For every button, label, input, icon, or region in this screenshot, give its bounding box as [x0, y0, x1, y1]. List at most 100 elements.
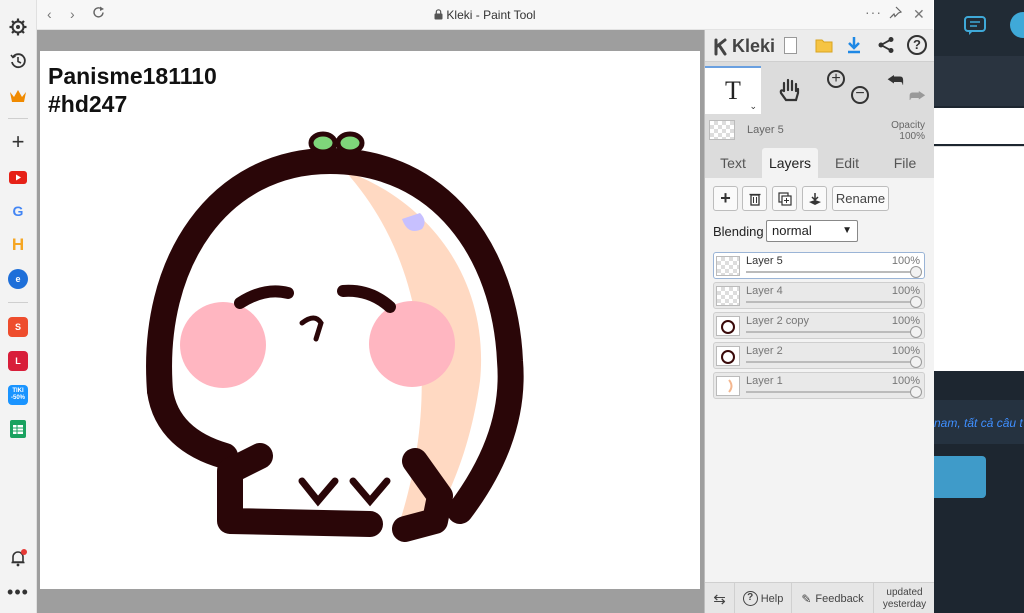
slider-knob[interactable] [910, 296, 922, 308]
tab-edit[interactable]: Edit [819, 148, 875, 178]
text-tool-button[interactable]: T ⌄ [705, 66, 761, 114]
history-controls: ⮪ ⮫ [877, 66, 935, 114]
layer-row[interactable]: Layer 2 copy 100% [713, 312, 925, 339]
canvas-area[interactable]: Panisme181110 #hd247 [37, 30, 704, 613]
blending-label: Blending [713, 224, 764, 239]
merge-down-icon [808, 192, 821, 205]
tiki-icon[interactable]: TIKI -50% [6, 383, 30, 407]
tab-file[interactable]: File [876, 148, 934, 178]
zoom-controls: + − [819, 66, 877, 114]
feedback-icon: ✎ [801, 591, 812, 606]
duplicate-icon [777, 191, 792, 206]
bg-link-text[interactable]: nam, tất cả câu t [934, 416, 1023, 430]
bg-bar [934, 56, 1024, 106]
bell-icon[interactable] [6, 546, 30, 570]
share-icon[interactable] [877, 36, 895, 59]
bg-card [934, 108, 1024, 144]
slider-knob[interactable] [910, 266, 922, 278]
edge-app-icon[interactable]: e [6, 267, 30, 291]
hand-icon [779, 78, 800, 102]
help-button[interactable]: ? Help [735, 583, 792, 613]
bg-button[interactable] [934, 456, 986, 498]
zoom-in-icon[interactable]: + [827, 70, 845, 88]
layer-opacity-slider[interactable] [746, 361, 918, 363]
redo-icon[interactable]: ⮫ [909, 86, 926, 107]
layer-opacity-slider[interactable] [746, 391, 918, 393]
swap-icon[interactable]: ⇆ [705, 583, 735, 613]
layer-thumbnail [716, 346, 740, 366]
undo-icon[interactable]: ⮪ [887, 70, 904, 91]
pin-icon[interactable] [889, 6, 903, 22]
tab-text[interactable]: Text [705, 148, 761, 178]
kleki-panel: Kleki ? T ⌄ + − ⮪ ⮫ Layer 5 Opacity 100%… [704, 30, 935, 613]
add-layer-button[interactable]: + [713, 186, 738, 211]
layers-pane: + Rename Blending normal ▼ Layer 5 100% … [705, 178, 935, 582]
blending-select[interactable]: normal ▼ [766, 220, 858, 242]
more-icon[interactable]: ··· [865, 4, 882, 20]
plus-icon[interactable]: + [6, 129, 30, 154]
help-icon[interactable]: ? [907, 35, 927, 55]
more-icon[interactable]: ••• [6, 580, 30, 604]
lazada-icon[interactable]: L [6, 349, 30, 373]
h-app-icon[interactable]: H [6, 233, 30, 257]
gear-icon[interactable] [6, 15, 30, 39]
tab-layers[interactable]: Layers [762, 148, 818, 178]
chevron-down-icon: ▼ [842, 225, 852, 236]
text-tool-icon: T [725, 76, 741, 105]
layer-opacity-slider[interactable] [746, 271, 918, 273]
youtube-icon[interactable] [6, 165, 30, 189]
bg-panel [934, 146, 1024, 371]
layer-thumbnail [716, 376, 740, 396]
layer-row[interactable]: Layer 2 100% [713, 342, 925, 369]
new-file-icon[interactable] [784, 37, 797, 54]
active-layer-opacity: Opacity 100% [891, 120, 925, 142]
close-icon[interactable]: ✕ [913, 6, 925, 23]
duplicate-layer-button[interactable] [772, 186, 797, 211]
browser-sidebar: + G H e S L TIKI -50% ••• [0, 0, 37, 613]
background-webpage: nam, tất cả câu t [934, 0, 1024, 613]
zoom-out-icon[interactable]: − [851, 86, 869, 104]
kleki-logo: Kleki [713, 36, 775, 57]
slider-knob[interactable] [910, 356, 922, 368]
drawing-canvas[interactable]: Panisme181110 #hd247 [40, 51, 700, 589]
active-layer-name: Layer 5 [747, 124, 784, 136]
panel-tabs: Text Layers Edit File [705, 148, 935, 178]
window-title: Kleki - Paint Tool [37, 8, 933, 23]
shopee-icon[interactable]: S [6, 315, 30, 339]
delete-layer-button[interactable] [742, 186, 767, 211]
layer-row[interactable]: Layer 1 100% [713, 372, 925, 399]
active-layer-info: Layer 5 Opacity 100% [705, 117, 935, 145]
browser-titlebar: ‹ › Kleki - Paint Tool ··· ✕ [37, 0, 933, 30]
google-icon[interactable]: G [6, 199, 30, 223]
merge-down-button[interactable] [802, 186, 827, 211]
chevron-down-icon[interactable]: ⌄ [749, 101, 757, 112]
sheets-icon[interactable] [6, 417, 30, 441]
hand-tool-button[interactable] [762, 66, 818, 114]
layer-opacity-slider[interactable] [746, 331, 918, 333]
slider-knob[interactable] [910, 326, 922, 338]
layer-thumbnail [716, 316, 740, 336]
panel-header: Kleki ? [705, 30, 935, 62]
open-folder-icon[interactable] [815, 37, 833, 58]
bg-link-row: nam, tất cả câu t [934, 400, 1024, 444]
avatar[interactable] [1010, 12, 1024, 38]
download-icon[interactable] [846, 36, 862, 59]
slider-knob[interactable] [910, 386, 922, 398]
layer-row[interactable]: Layer 4 100% [713, 282, 925, 309]
character-drawing [146, 131, 524, 542]
rename-button[interactable]: Rename [832, 186, 889, 211]
layer-row[interactable]: Layer 5 100% [713, 252, 925, 279]
help-icon: ? [742, 591, 758, 606]
layer-thumbnail [716, 286, 740, 306]
lock-icon [434, 9, 443, 23]
crown-icon[interactable] [6, 84, 30, 108]
trash-icon [749, 193, 760, 206]
feedback-button[interactable]: ✎ Feedback [792, 583, 874, 613]
tool-row: T ⌄ + − ⮪ ⮫ [705, 66, 935, 114]
chat-icon[interactable] [964, 16, 986, 36]
history-icon[interactable] [6, 49, 30, 73]
panel-footer: ⇆ ? Help ✎ Feedback updated yesterday [705, 582, 935, 613]
active-layer-thumbnail [709, 120, 735, 140]
bg-header [934, 0, 1024, 56]
layer-opacity-slider[interactable] [746, 301, 918, 303]
